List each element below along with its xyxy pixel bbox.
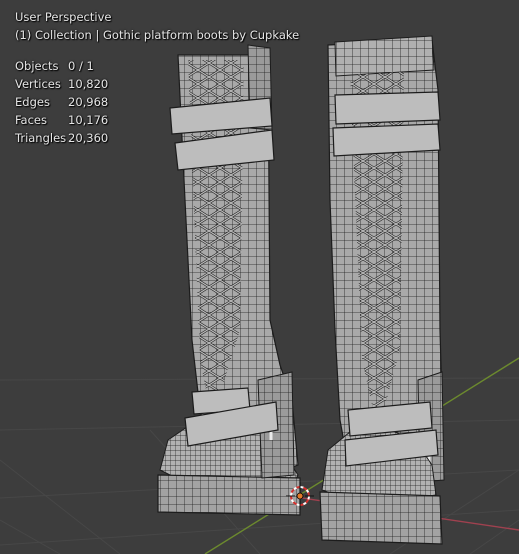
stat-row-edges: Edges 20,968 — [15, 93, 108, 111]
stat-label: Faces — [15, 113, 47, 127]
left-boot[interactable] — [157, 44, 301, 516]
collection-label: (1) Collection | Gothic platform boots b… — [15, 28, 300, 42]
stat-label: Triangles — [15, 131, 67, 145]
stat-value: 10,820 — [68, 77, 109, 91]
stat-row-triangles: Triangles 20,360 — [15, 129, 108, 147]
stat-value: 10,176 — [68, 113, 109, 127]
right-boot[interactable] — [319, 35, 445, 545]
stat-label: Vertices — [15, 77, 61, 91]
stat-row-objects: Objects 0 / 1 — [15, 57, 108, 75]
statistics-overlay: Objects 0 / 1 Vertices 10,820 Edges 20,9… — [15, 57, 108, 147]
stat-label: Edges — [15, 95, 50, 109]
stat-row-vertices: Vertices 10,820 — [15, 75, 108, 93]
stat-row-faces: Faces 10,176 — [15, 111, 108, 129]
view-name-label: User Perspective — [15, 10, 112, 24]
stat-label: Objects — [15, 59, 59, 73]
stat-value: 0 / 1 — [68, 59, 94, 73]
stat-value: 20,360 — [68, 131, 109, 145]
3d-viewport[interactable]: User Perspective (1) Collection | Gothic… — [0, 0, 519, 554]
stat-value: 20,968 — [68, 95, 109, 109]
